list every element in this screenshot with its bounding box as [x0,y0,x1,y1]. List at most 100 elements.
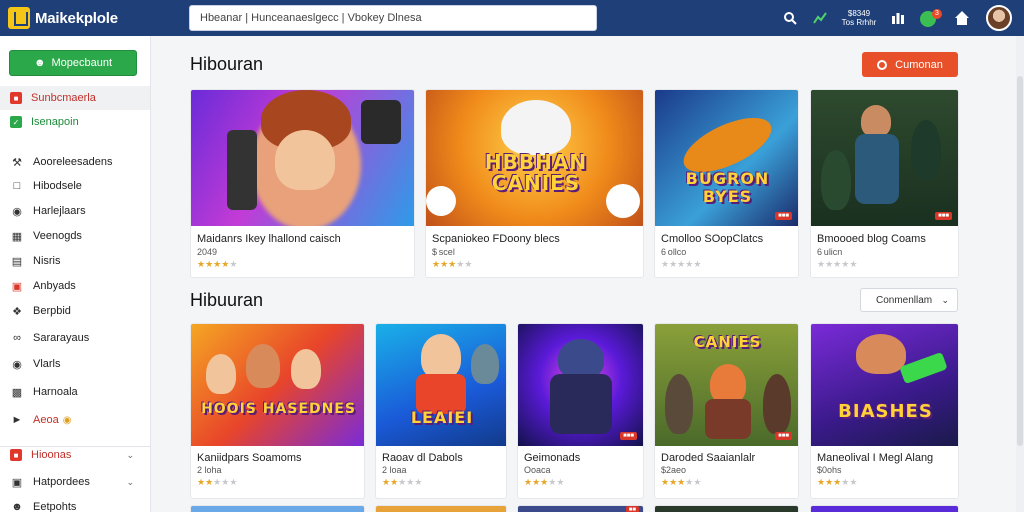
star-icon: ★ [524,477,533,487]
sort-dropdown[interactable]: Conmenllam ⌄ [860,288,958,312]
search-input[interactable] [200,12,586,24]
game-thumbnail: CANIES ■■■ [655,324,798,446]
game-card[interactable]: ■■ [517,505,644,512]
sidebar-item-3[interactable]: □ Hibodsele [0,174,150,198]
sidebar-item-11[interactable]: ▩ Harnoala [0,380,150,404]
balance-amount: $8349 [847,9,871,18]
person-icon: ☻ [11,501,23,512]
game-card[interactable]: Maidanrs Ikey lhallond caisch 2049 ★★★★★ [190,89,415,278]
sidebar-item-5[interactable]: ▦ Veenogds [0,224,150,248]
balance-label: Tos Rrhhr [841,18,877,27]
game-card[interactable]: ■■■ Geimonads Ooaca ★★★★★ [517,323,644,499]
card-title: Raoav dl Dabols [382,452,463,464]
sidebar-item-0[interactable]: ■ Sunbcmaerla [0,86,150,110]
game-card[interactable] [810,505,959,512]
chevron-down-icon[interactable]: ⌄ [126,477,134,488]
star-icon: ★ [693,477,702,487]
scrollbar[interactable] [1016,36,1024,512]
sidebar-item-label: Veenogds [33,230,82,242]
sale-tag: ■■■ [775,212,792,220]
game-card[interactable] [654,505,799,512]
sidebar-item-10[interactable]: ◉ Vlarls [0,352,150,376]
scrollbar-thumb[interactable] [1017,76,1023,446]
star-icon: ★ [432,259,441,269]
hammer-icon: ⚒ [12,156,22,169]
sale-tag: ■■■ [935,212,952,220]
thumbnail-banner: LEAIEI [410,408,474,427]
chevron-down-icon: ⌄ [941,294,949,305]
game-card[interactable]: HOOIS HASEDNES Kaniidpars Soamoms 2 loha… [190,323,365,499]
thumbnail-banner: HOOIS HASEDNES [201,401,356,417]
puzzle-icon: ❖ [12,305,22,318]
sidebar-item-label: Anbyads [33,280,76,292]
sidebar-item-6[interactable]: ▤ Nisris [0,249,150,273]
sidebar-item-2[interactable]: ⚒ Aooreleesadens [0,150,150,174]
gamepad-icon: ▣ [11,280,23,293]
avatar[interactable] [986,5,1012,31]
folder-icon: ■ [10,449,22,461]
card-price: 6 ollco [661,247,687,257]
sidebar-item-8[interactable]: ❖ Berpbid [0,299,150,323]
star-icon: ★ [669,259,678,269]
home-icon[interactable] [952,8,972,28]
game-card[interactable]: CANIES ■■■ Daroded Saaianlalr $2aeo ★★★★… [654,323,799,499]
sidebar-item-12[interactable]: ► Aeoa ◉ [0,408,150,432]
sidebar-item-14[interactable]: ▣ Hatpordees ⌄ [0,470,150,494]
link-icon: ∞ [13,332,21,344]
game-card[interactable]: BIASHES Maneolival I Megl Alang $0ohs ★★… [810,323,959,499]
balance-readout[interactable]: $8349 Tos Rrhhr [840,9,878,27]
cta-label: Cumonan [895,58,943,71]
game-card[interactable]: ■■■ Bmoooed blog Coams 6 ulicn ★★★★★ [810,89,959,278]
sidebar-item-4[interactable]: ◉ Harlejlaars [0,199,150,223]
star-icon: ★ [532,477,541,487]
thumbnail-banner: CANIES [693,333,762,351]
rating-stars: ★★★★★ [197,259,237,270]
card-price: 2 loha [197,465,222,475]
card-price: $ scel [432,247,455,257]
card-title: Cmolloo SOopClatcs [661,233,764,245]
game-thumbnail: BUGRON BYES ■■■ [655,90,798,226]
sidebar-item-15[interactable]: ☻ Eetpohts [0,495,150,512]
card-title: Maneolival I Megl Alang [817,452,934,464]
game-card[interactable]: HBBHAN CANIES Scpaniokeo FDoony blecs $ … [425,89,644,278]
sidebar: ☻ Mopecbaunt ■ Sunbcmaerla ✓ Isenapoin ⚒… [0,36,151,512]
tag-icon: ■ [10,92,22,104]
book-icon: ▤ [11,255,23,268]
game-card[interactable]: LEAIEI Raoav dl Dabols 2 loaa ★★★★★ [375,323,507,499]
star-icon: ★ [849,259,858,269]
game-thumbnail [191,90,414,226]
card-price: $2aeo [661,465,687,475]
sidebar-item-9[interactable]: ∞ Sararayaus [0,326,150,350]
star-icon: ★ [825,259,834,269]
game-thumbnail: HBBHAN CANIES [426,90,643,226]
game-thumbnail: HOOIS HASEDNES [191,324,364,446]
game-card[interactable] [375,505,507,512]
search-icon[interactable] [780,8,800,28]
search-bar[interactable] [189,5,597,31]
game-thumbnail: ■■■ [518,324,643,446]
rating-stars: ★★★★★ [432,259,472,270]
thumbnail-banner: BIASHES [838,401,933,422]
gifts-icon[interactable] [888,8,908,28]
notification-badge: 3 [932,9,942,19]
star-icon: ★ [414,477,423,487]
sidebar-item-7[interactable]: ▣ Anbyads [0,274,150,298]
sidebar-item-label: Aeoa [33,414,59,426]
sidebar-item-13[interactable]: ■ Hioonas ⌄ [0,443,150,467]
notifications-button[interactable]: 3 [920,9,942,27]
user-icon: ☻ [33,57,46,69]
chart-icon[interactable] [810,8,830,28]
logo[interactable]: Maikekplole [8,7,178,29]
chevron-down-icon[interactable]: ⌄ [126,450,134,461]
cta-button[interactable]: Cumonan [862,52,958,77]
game-card[interactable]: BUGRON BYES ■■■ Cmolloo SOopClatcs 6 oll… [654,89,799,278]
card-price: 6 ulicn [817,247,843,257]
star-icon: ★ [197,477,206,487]
primary-action-button[interactable]: ☻ Mopecbaunt [9,50,137,76]
sidebar-item-1[interactable]: ✓ Isenapoin [0,110,150,134]
sale-tag: ■■ [625,506,639,512]
star-icon: ★ [464,259,473,269]
game-card[interactable] [190,505,365,512]
card-title: Scpaniokeo FDoony blecs [432,233,560,245]
square-icon: □ [13,180,21,192]
